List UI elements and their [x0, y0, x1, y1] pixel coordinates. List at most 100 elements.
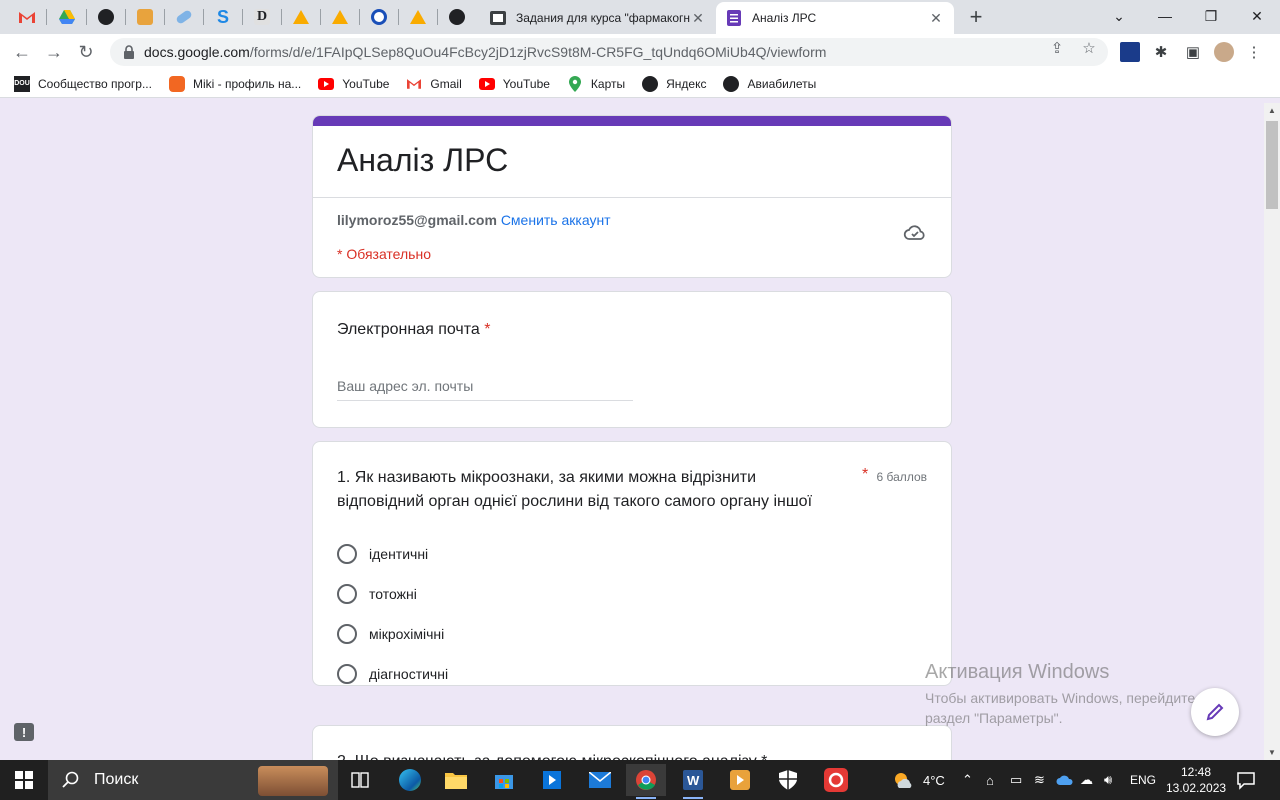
- task-view-icon[interactable]: [340, 764, 380, 796]
- pinned-tab-gmail[interactable]: [8, 4, 46, 30]
- tab-strip: S D Задания для курса "фармакогнозия" ✕: [0, 0, 1280, 34]
- media-player-icon[interactable]: [532, 764, 572, 796]
- tab-active-form[interactable]: Аналіз ЛРС ✕: [716, 2, 954, 34]
- gmail-icon: [406, 76, 422, 92]
- forward-button[interactable]: →: [40, 38, 68, 66]
- bookmark-item[interactable]: Яндекс: [642, 75, 706, 92]
- address-bar[interactable]: docs.google.com/forms/d/e/1FAIpQLSep8QuO…: [110, 38, 1108, 66]
- side-panel-icon[interactable]: ▣: [1183, 42, 1203, 62]
- store-icon[interactable]: [484, 764, 524, 796]
- scroll-down-arrow-icon[interactable]: ▼: [1268, 748, 1276, 757]
- word-icon[interactable]: W: [673, 764, 713, 799]
- maps-pin-icon: [567, 75, 583, 92]
- tray-icon-1[interactable]: ⌂: [986, 760, 994, 800]
- chrome-icon[interactable]: [626, 764, 666, 799]
- puzzle-extensions-icon[interactable]: ✱: [1151, 42, 1171, 62]
- reload-button[interactable]: ↻: [72, 38, 100, 66]
- cloud-saved-icon[interactable]: [903, 220, 927, 244]
- radio-option[interactable]: ідентичні: [337, 534, 927, 574]
- radio-button[interactable]: [337, 544, 357, 564]
- tab-assignments[interactable]: Задания для курса "фармакогнозия" ✕: [480, 2, 716, 34]
- new-tab-button[interactable]: +: [962, 4, 990, 29]
- radio-button[interactable]: [337, 664, 357, 684]
- pinned-tab-drive[interactable]: [48, 4, 86, 30]
- radio-button[interactable]: [337, 584, 357, 604]
- onedrive-cloud-icon[interactable]: [1056, 760, 1074, 800]
- bookmark-star-icon[interactable]: ☆: [1081, 40, 1097, 57]
- page-scrollbar[interactable]: ▲ ▼: [1264, 103, 1280, 760]
- pinned-tab-warning-1[interactable]: [282, 4, 320, 30]
- radio-group: ідентичні тотожні мікрохімічні діагности…: [337, 534, 927, 694]
- windows-taskbar: Поиск W 4°C ⌃ ⌂ ▭ ≋ ☁ 🔊︎ ENG 12:48 13.02…: [0, 760, 1280, 800]
- bookmark-item[interactable]: YouTube: [318, 76, 389, 92]
- radio-option[interactable]: діагностичні: [337, 654, 927, 694]
- bookmark-item[interactable]: Карты: [567, 75, 626, 92]
- question-card-2: 2. Що визначають за допомогою мікроскопі…: [312, 725, 952, 760]
- app-red-icon[interactable]: [816, 764, 856, 796]
- volume-icon[interactable]: 🔊︎: [1104, 760, 1112, 800]
- bookmark-item[interactable]: Авиабилеты: [723, 75, 816, 92]
- notifications-icon[interactable]: [1236, 770, 1256, 790]
- profile-avatar[interactable]: [1214, 42, 1234, 62]
- close-icon[interactable]: ✕: [690, 10, 706, 26]
- switch-account-link[interactable]: Сменить аккаунт: [501, 212, 611, 228]
- pinned-tab-d[interactable]: D: [243, 4, 281, 30]
- tab-search-chevron-icon[interactable]: ⌄: [1096, 0, 1142, 32]
- video-editor-icon[interactable]: [720, 764, 760, 796]
- pinned-tab-circle[interactable]: [360, 4, 398, 30]
- weather-widget[interactable]: 4°C: [893, 760, 945, 800]
- pinned-tab-s[interactable]: S: [204, 4, 242, 30]
- scroll-thumb[interactable]: [1266, 121, 1278, 209]
- share-icon[interactable]: ⇪: [1049, 40, 1065, 57]
- start-button[interactable]: [0, 760, 48, 800]
- d-icon: D: [254, 9, 270, 25]
- email-question-card: Электронная почта *: [312, 291, 952, 428]
- s-icon: S: [216, 6, 229, 27]
- lock-icon: [124, 45, 134, 59]
- bookmarks-bar: DOU Сообщество прогр... Miki - профиль н…: [0, 70, 1280, 98]
- extension-icon[interactable]: [1120, 42, 1140, 62]
- pinned-tab-globe-2[interactable]: [438, 4, 476, 30]
- taskbar-search[interactable]: Поиск: [48, 760, 338, 800]
- pinned-tab-warning-2[interactable]: [321, 4, 359, 30]
- cloud-icon[interactable]: ☁: [1080, 760, 1093, 800]
- bookmark-label: YouTube: [502, 76, 550, 91]
- scroll-up-arrow-icon[interactable]: ▲: [1268, 106, 1276, 115]
- form-accent-bar: [313, 116, 951, 126]
- battery-icon[interactable]: ▭: [1010, 760, 1022, 800]
- email-field[interactable]: [337, 370, 633, 401]
- pinned-tab-warning-3[interactable]: [399, 4, 437, 30]
- close-window-button[interactable]: ✕: [1234, 0, 1280, 32]
- file-explorer-icon[interactable]: [436, 764, 476, 796]
- radio-button[interactable]: [337, 624, 357, 644]
- triangle-warning-icon: [410, 9, 426, 25]
- restore-button[interactable]: ❐: [1188, 0, 1234, 32]
- option-label: тотожні: [369, 586, 417, 602]
- taskbar-clock[interactable]: 12:48 13.02.2023: [1166, 764, 1226, 796]
- pinned-tab-pill[interactable]: [165, 4, 203, 30]
- radio-option[interactable]: мікрохімічні: [337, 614, 927, 654]
- minimize-button[interactable]: —: [1142, 0, 1188, 32]
- menu-kebab-icon[interactable]: ⋮: [1244, 42, 1264, 62]
- pinned-tab-globe[interactable]: [87, 4, 125, 30]
- bookmark-item[interactable]: DOU Сообщество прогр...: [14, 75, 152, 92]
- security-shield-icon[interactable]: [768, 764, 808, 796]
- language-indicator[interactable]: ENG: [1130, 760, 1156, 800]
- bookmark-item[interactable]: YouTube: [478, 76, 550, 92]
- wifi-icon[interactable]: ≋: [1034, 760, 1045, 800]
- bookmark-label: Сообщество прогр...: [38, 76, 152, 91]
- gmail-icon: [19, 9, 35, 25]
- close-icon[interactable]: ✕: [928, 10, 944, 26]
- radio-option[interactable]: тотожні: [337, 574, 927, 614]
- edge-icon[interactable]: [390, 764, 430, 796]
- tray-chevron-up-icon[interactable]: ⌃: [962, 760, 973, 800]
- bookmark-item[interactable]: Gmail: [406, 76, 462, 92]
- back-button[interactable]: ←: [8, 38, 36, 66]
- report-feedback-icon[interactable]: !: [14, 723, 34, 741]
- bookmark-item[interactable]: Miki - профиль на...: [168, 75, 301, 92]
- triangle-warning-icon: [332, 9, 348, 25]
- mail-icon[interactable]: [580, 764, 620, 796]
- edit-response-button[interactable]: [1191, 688, 1239, 736]
- pinned-tab-broom[interactable]: [126, 4, 164, 30]
- bookmark-label: Карты: [590, 76, 626, 91]
